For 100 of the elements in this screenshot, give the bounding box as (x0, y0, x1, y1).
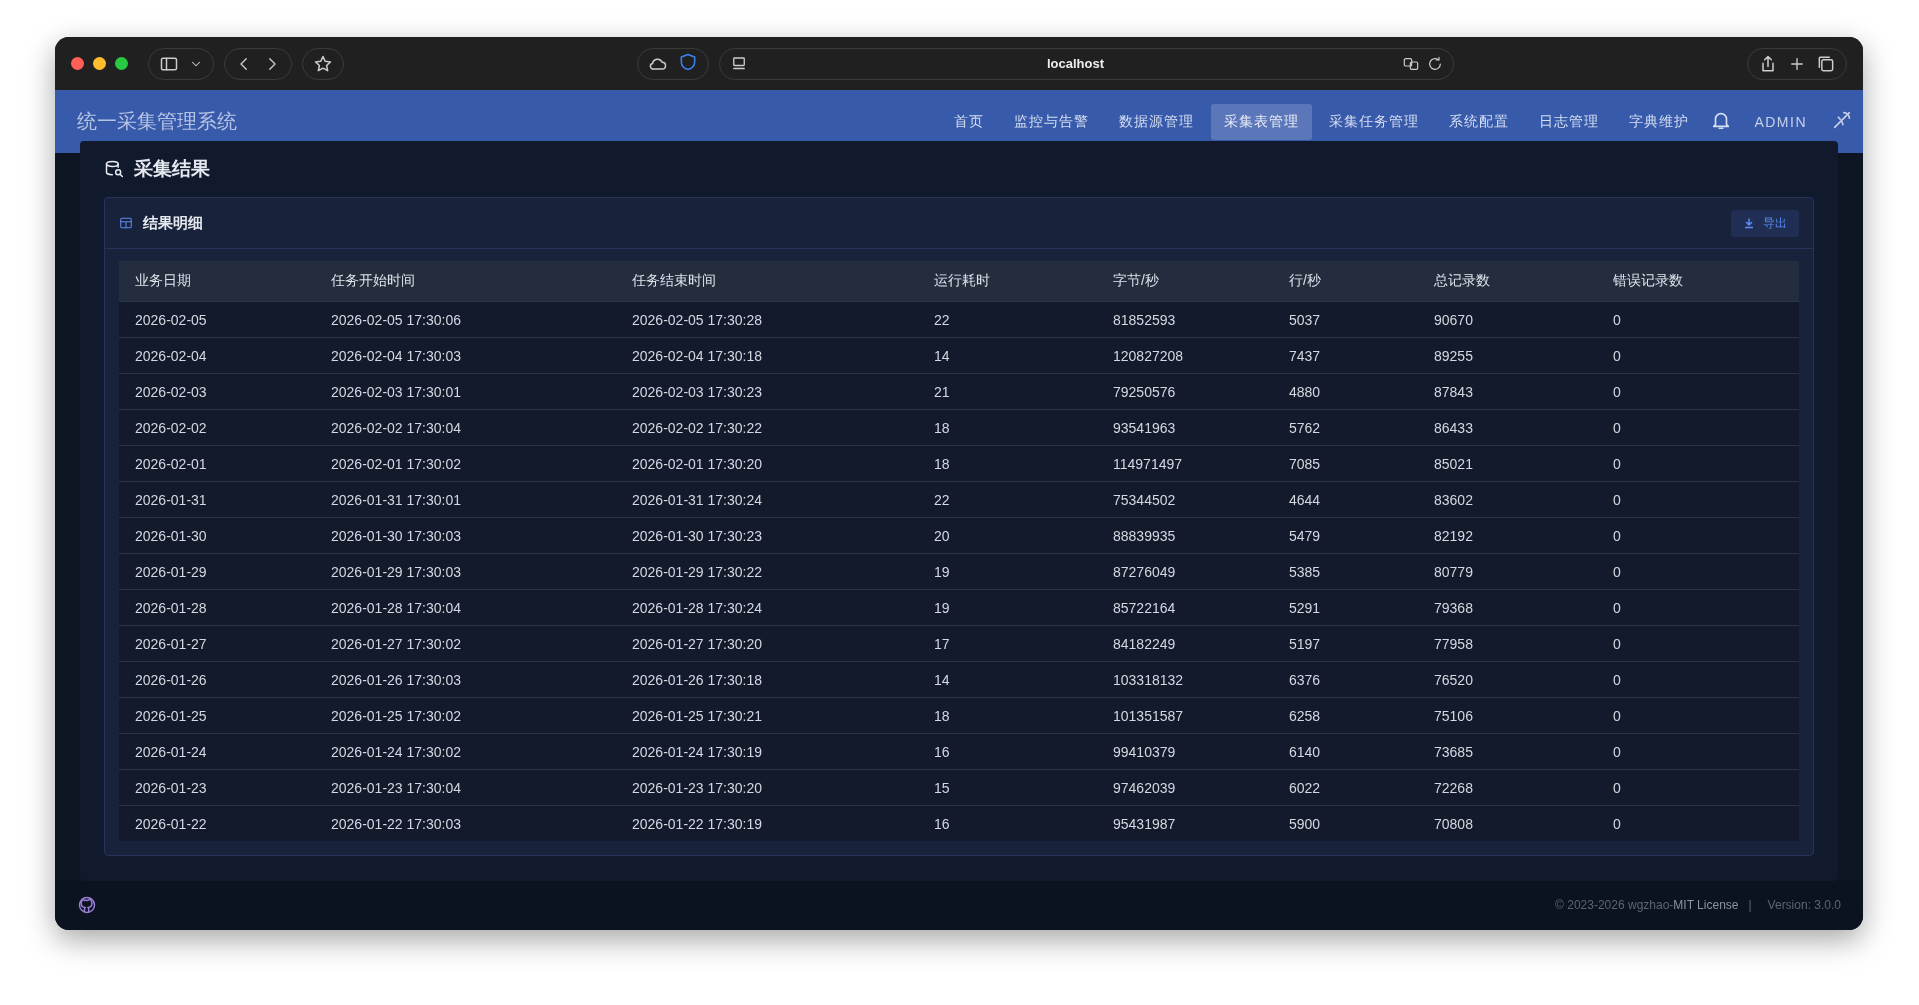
address-field[interactable]: localhost (1046, 56, 1105, 71)
table-cell: 2026-02-02 17:30:22 (616, 409, 918, 446)
table-cell: 2026-01-22 (119, 805, 315, 841)
table-cell: 103318132 (1097, 661, 1273, 698)
column-header: 任务开始时间 (315, 261, 616, 302)
table-cell: 22 (918, 481, 1097, 518)
nav-tab[interactable]: 采集表管理 (1211, 103, 1313, 140)
nav-tab[interactable]: 字典维护 (1616, 103, 1703, 140)
shield-icon[interactable] (678, 51, 698, 72)
table-cell: 0 (1597, 697, 1799, 734)
minimize-window-button[interactable] (93, 57, 106, 70)
table-cell: 85722164 (1097, 589, 1273, 626)
table-cell: 17 (918, 625, 1097, 662)
table-cell: 2026-02-02 17:30:04 (315, 409, 616, 446)
table-cell: 0 (1597, 769, 1799, 806)
table-cell: 2026-02-03 17:30:23 (616, 373, 918, 410)
nav-tab[interactable]: 首页 (941, 103, 998, 140)
table-cell: 0 (1597, 517, 1799, 554)
table-cell: 80779 (1418, 553, 1597, 590)
table-cell: 2026-02-05 17:30:06 (315, 301, 616, 338)
table-cell: 88839935 (1097, 517, 1273, 554)
translate-icon[interactable] (1403, 55, 1419, 72)
table-cell: 20 (918, 517, 1097, 554)
column-header: 字节/秒 (1097, 261, 1273, 302)
export-button[interactable]: 导出 (1731, 209, 1799, 237)
table-cell: 2026-02-03 (119, 373, 315, 410)
table-cell: 19 (918, 589, 1097, 626)
table-cell: 90670 (1418, 301, 1597, 338)
nav-tab[interactable]: 采集任务管理 (1316, 103, 1433, 140)
table-cell: 114971497 (1097, 445, 1273, 482)
table-cell: 79368 (1418, 589, 1597, 626)
table-cell: 2026-02-01 17:30:20 (616, 445, 918, 482)
zoom-window-button[interactable] (115, 57, 128, 70)
table-cell: 0 (1597, 373, 1799, 410)
table-cell: 81852593 (1097, 301, 1273, 338)
column-header: 总记录数 (1418, 261, 1597, 302)
column-header: 行/秒 (1273, 261, 1418, 302)
separator-text: | (1748, 898, 1752, 912)
close-window-button[interactable] (71, 57, 84, 70)
table-cell: 120827208 (1097, 337, 1273, 374)
table-cell: 5291 (1273, 589, 1418, 626)
table-cell: 5762 (1273, 409, 1418, 446)
table-cell: 0 (1597, 589, 1799, 626)
table-cell: 2026-01-26 17:30:03 (315, 661, 616, 698)
table-cell: 86433 (1418, 409, 1597, 446)
table-cell: 5037 (1273, 301, 1418, 338)
table-cell: 16 (918, 805, 1097, 841)
column-header: 业务日期 (119, 261, 315, 302)
table-cell: 2026-02-04 17:30:03 (315, 337, 616, 374)
table-cell: 0 (1597, 661, 1799, 698)
table-cell: 2026-01-23 17:30:04 (315, 769, 616, 806)
nav-tab[interactable]: 日志管理 (1526, 103, 1613, 140)
table-cell: 0 (1597, 445, 1799, 482)
table-cell: 6140 (1273, 733, 1418, 770)
table-cell: 2026-01-27 17:30:02 (315, 625, 616, 662)
star-icon[interactable] (313, 53, 333, 74)
table-cell: 6376 (1273, 661, 1418, 698)
table-cell: 79250576 (1097, 373, 1273, 410)
table-cell: 2026-02-04 17:30:18 (616, 337, 918, 374)
table-cell: 2026-01-22 17:30:19 (616, 805, 918, 841)
table-cell: 87276049 (1097, 553, 1273, 590)
table-cell: 0 (1597, 805, 1799, 841)
table-cell: 5900 (1273, 805, 1418, 841)
table-cell: 14 (918, 337, 1097, 374)
column-header: 运行耗时 (918, 261, 1097, 302)
table-cell: 2026-01-28 (119, 589, 315, 626)
nav-tab[interactable]: 监控与告警 (1001, 103, 1103, 140)
table-cell: 72268 (1418, 769, 1597, 806)
table-cell: 2026-02-01 (119, 445, 315, 482)
user-menu[interactable]: ADMIN (1754, 113, 1807, 130)
table-cell: 75344502 (1097, 481, 1273, 518)
table-cell: 70808 (1418, 805, 1597, 841)
license-link[interactable]: MIT License (1673, 898, 1739, 912)
copyright-text: © 2023-2026 wgzhao- (1555, 898, 1674, 912)
nav-tab[interactable]: 数据源管理 (1106, 103, 1208, 140)
table-cell: 4880 (1273, 373, 1418, 410)
nav-tab[interactable]: 系统配置 (1436, 103, 1523, 140)
table-cell: 21 (918, 373, 1097, 410)
app-title: 统一采集管理系统 (77, 109, 238, 134)
table-cell: 89255 (1418, 337, 1597, 374)
table-cell: 2026-01-24 17:30:02 (315, 733, 616, 770)
table-cell: 2026-02-05 (119, 301, 315, 338)
table-cell: 18 (918, 445, 1097, 482)
database-search-icon (104, 159, 124, 179)
table-cell: 0 (1597, 409, 1799, 446)
table-cell: 6258 (1273, 697, 1418, 734)
table-cell: 95431987 (1097, 805, 1273, 841)
table-cell: 14 (918, 661, 1097, 698)
card-title: 结果明细 (143, 213, 204, 233)
reload-icon[interactable] (1427, 55, 1443, 72)
table-cell: 2026-01-31 17:30:24 (616, 481, 918, 518)
table-cell: 2026-01-30 (119, 517, 315, 554)
table-cell: 2026-01-29 (119, 553, 315, 590)
table-cell: 18 (918, 409, 1097, 446)
table-cell: 76520 (1418, 661, 1597, 698)
github-icon[interactable] (77, 895, 97, 915)
table-cell: 73685 (1418, 733, 1597, 770)
table-cell: 2026-01-29 17:30:03 (315, 553, 616, 590)
table-cell: 2026-01-31 (119, 481, 315, 518)
table-cell: 2026-02-03 17:30:01 (315, 373, 616, 410)
